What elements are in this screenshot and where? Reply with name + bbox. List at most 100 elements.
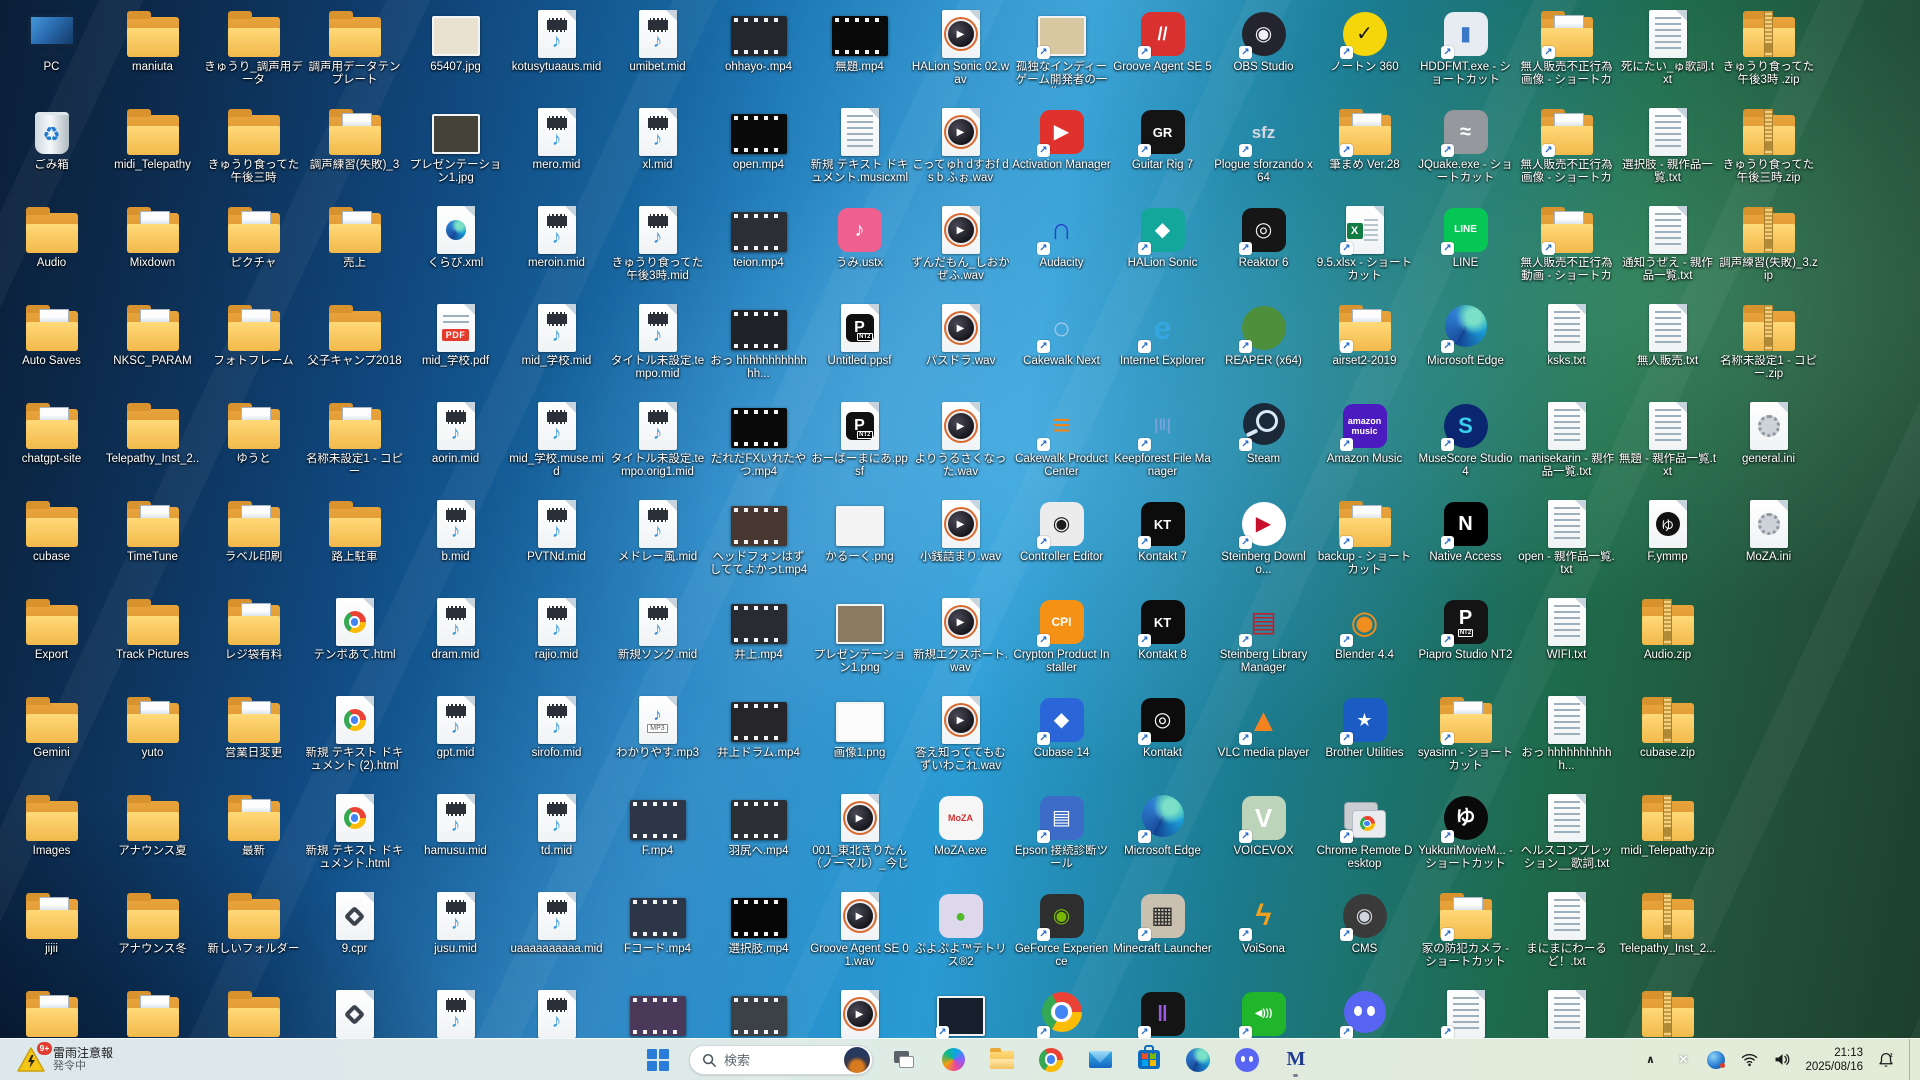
- desktop-icon[interactable]: ↗backup - ショートカット: [1315, 494, 1414, 577]
- desktop-icon[interactable]: 父子キャンプ2018: [305, 298, 404, 368]
- desktop-icon[interactable]: ゆF.ymmp: [1618, 494, 1717, 564]
- discord-button[interactable]: [1229, 1043, 1265, 1077]
- desktop-icon[interactable]: ♪meroin.mid: [507, 200, 606, 270]
- desktop-icon[interactable]: GR↗Guitar Rig 7: [1113, 102, 1212, 172]
- desktop-icon[interactable]: ▤↗Epson 接続診断ツール: [1012, 788, 1111, 871]
- show-desktop-button[interactable]: [1909, 1039, 1914, 1080]
- desktop-icon[interactable]: ◎↗Reaktor 6: [1214, 200, 1313, 270]
- desktop-icon[interactable]: きゅうり_調声用データ: [204, 4, 303, 87]
- desktop-icon[interactable]: Fコード.mp4: [608, 886, 707, 956]
- store-button[interactable]: [1131, 1043, 1167, 1077]
- desktop-icon[interactable]: X↗9.5.xlsx - ショートカット: [1315, 200, 1414, 283]
- desktop-icon[interactable]: ♪dram.mid: [406, 592, 505, 662]
- desktop-icon[interactable]: 選択肢 - 親作品一覧.txt: [1618, 102, 1717, 185]
- desktop-icon[interactable]: [1517, 984, 1616, 1041]
- desktop-icon[interactable]: ♪td.mid: [507, 788, 606, 858]
- desktop-icon[interactable]: chatgpt-site: [2, 396, 101, 466]
- desktop-icon[interactable]: ♪xl.mid: [608, 102, 707, 172]
- desktop-icon[interactable]: MoZA.ini: [1719, 494, 1818, 564]
- desktop-icon[interactable]: ∩↗Audacity: [1012, 200, 1111, 270]
- desktop-icon[interactable]: 最新: [204, 788, 303, 858]
- desktop-icon[interactable]: Telepathy_Inst_2...: [1618, 886, 1717, 956]
- desktop-icon[interactable]: maniuta: [103, 4, 202, 74]
- desktop-icon[interactable]: 選択肢.mp4: [709, 886, 808, 956]
- desktop-icon[interactable]: teion.mp4: [709, 200, 808, 270]
- desktop-icon[interactable]: ▶↗Steinberg Downlo...: [1214, 494, 1313, 577]
- desktop-icon[interactable]: 無人販売.txt: [1618, 298, 1717, 368]
- desktop-icon[interactable]: ↗無人販売不正行為動画 - ショートカット: [1517, 200, 1616, 284]
- desktop-icon[interactable]: amazon music↗Amazon Music: [1315, 396, 1414, 466]
- desktop-icon[interactable]: ♻ごみ箱: [2, 102, 101, 172]
- desktop-icon[interactable]: open - 親作品一覧.txt: [1517, 494, 1616, 577]
- desktop-icon[interactable]: ↗: [1315, 984, 1414, 1041]
- desktop-icon[interactable]: ◉↗CMS: [1315, 886, 1414, 956]
- desktop-icon[interactable]: 調声用データテンプレート: [305, 4, 404, 87]
- desktop-icon[interactable]: ▶新規エクスポート.wav: [911, 592, 1010, 675]
- desktop-icon[interactable]: ▶HALion Sonic 02.wav: [911, 4, 1010, 87]
- desktop-icon[interactable]: ♪PVTNd.mid: [507, 494, 606, 564]
- desktop-icon[interactable]: ◉↗GeForce Experience: [1012, 886, 1111, 969]
- desktop-icon[interactable]: Images: [2, 788, 101, 858]
- desktop-icon[interactable]: ♪タイトル未設定.tempo.mid: [608, 298, 707, 381]
- desktop-icon[interactable]: open.mp4: [709, 102, 808, 172]
- desktop-icon[interactable]: [608, 984, 707, 1041]
- desktop-icon[interactable]: ♪mid_学校.muse.mid: [507, 396, 606, 479]
- desktop-icon[interactable]: ≈↗JQuake.exe - ショートカット: [1416, 102, 1515, 185]
- desktop-icon[interactable]: midi_Telepathy: [103, 102, 202, 172]
- desktop-icon[interactable]: ♪jusu.mid: [406, 886, 505, 956]
- desktop-icon[interactable]: ohhayo-.mp4: [709, 4, 808, 74]
- desktop-icon[interactable]: general.ini: [1719, 396, 1818, 466]
- clock[interactable]: 21:13 2025/08/16: [1805, 1045, 1863, 1075]
- desktop-icon[interactable]: [204, 984, 303, 1041]
- desktop-icon[interactable]: ♪mero.mid: [507, 102, 606, 172]
- desktop-icon[interactable]: おっ hhhhhhhhhhh...: [1517, 690, 1616, 773]
- desktop-icon[interactable]: ▲↗VLC media player: [1214, 690, 1313, 760]
- tray-sphere-app-button[interactable]: [1706, 1045, 1726, 1075]
- desktop-icon[interactable]: 調声練習(失敗)_3: [305, 102, 404, 172]
- desktop-icon[interactable]: TimeTune: [103, 494, 202, 564]
- desktop-icon[interactable]: ♪uaaaaaaaaaa.mid: [507, 886, 606, 956]
- desktop-icon[interactable]: ♪: [507, 984, 606, 1041]
- start-button[interactable]: [640, 1043, 676, 1077]
- desktop-icon[interactable]: ↗Microsoft Edge: [1113, 788, 1212, 858]
- desktop-icon[interactable]: ‖↗: [1113, 984, 1212, 1041]
- desktop-icon[interactable]: 死にたい_ゅ歌詞.txt: [1618, 4, 1717, 87]
- desktop-icon[interactable]: 新しいフォルダー: [204, 886, 303, 956]
- desktop-icon[interactable]: yuto: [103, 690, 202, 760]
- edge-button[interactable]: [1180, 1043, 1216, 1077]
- desktop-icon[interactable]: ▶よりうるさくなった.wav: [911, 396, 1010, 479]
- desktop-icon[interactable]: e↗Internet Explorer: [1113, 298, 1212, 368]
- desktop-icon[interactable]: だれだFXいれたやつ.mp4: [709, 396, 808, 479]
- desktop-icon[interactable]: ♪hamusu.mid: [406, 788, 505, 858]
- desktop-icon[interactable]: ♪kotusytuaaus.mid: [507, 4, 606, 74]
- desktop-icon[interactable]: テンポあて.html: [305, 592, 404, 662]
- desktop-icon[interactable]: Auto Saves: [2, 298, 101, 368]
- desktop-icon[interactable]: ↗: [1012, 984, 1111, 1041]
- desktop-icon[interactable]: ピクチャ: [204, 200, 303, 270]
- desktop-icon[interactable]: ϟ↗VoiSona: [1214, 886, 1313, 956]
- desktop-icon[interactable]: ♪タイトル未設定.tempo.orig1.mid: [608, 396, 707, 479]
- desktop-icon[interactable]: ●ぷよぷよ™テトリス®2: [911, 886, 1010, 969]
- desktop-icon[interactable]: //↗Groove Agent SE 5: [1113, 4, 1212, 74]
- desktop-icon[interactable]: PNT2↗Piapro Studio NT2: [1416, 592, 1515, 662]
- desktop-icon[interactable]: N↗Native Access: [1416, 494, 1515, 564]
- desktop-icon[interactable]: Audio.zip: [1618, 592, 1717, 662]
- desktop-icon[interactable]: ◆↗HALion Sonic: [1113, 200, 1212, 270]
- desktop-icon[interactable]: Audio: [2, 200, 101, 270]
- desktop-icon[interactable]: |‖|↗Keepforest File Manager: [1113, 396, 1212, 479]
- desktop-icon[interactable]: ◉↗Controller Editor: [1012, 494, 1111, 564]
- desktop-icon[interactable]: 通知うぜえ - 親作品一覧.txt: [1618, 200, 1717, 283]
- desktop-icon[interactable]: Mixdown: [103, 200, 202, 270]
- desktop-icon[interactable]: ksks.txt: [1517, 298, 1616, 368]
- desktop-icon[interactable]: ▶↗Activation Manager: [1012, 102, 1111, 172]
- desktop-icon[interactable]: まにまにわーるど！.txt: [1517, 886, 1616, 969]
- desktop-icon[interactable]: cubase.zip: [1618, 690, 1717, 760]
- desktop-icon[interactable]: ↗家の防犯カメラ - ショートカット: [1416, 886, 1515, 969]
- desktop-icon[interactable]: NKSC_PARAM: [103, 298, 202, 368]
- desktop-icon[interactable]: ↗無人販売不正行為画像 - ショートカツ...: [1517, 4, 1616, 88]
- desktop-icon[interactable]: かるーく.png: [810, 494, 909, 564]
- desktop-icon[interactable]: ▤↗Steinberg Library Manager: [1214, 592, 1313, 675]
- desktop-icon[interactable]: きゅうり食ってた午後三時: [204, 102, 303, 185]
- desktop-icon[interactable]: ↗筆まめ Ver.28: [1315, 102, 1414, 172]
- desktop-icon[interactable]: LINE↗LINE: [1416, 200, 1515, 270]
